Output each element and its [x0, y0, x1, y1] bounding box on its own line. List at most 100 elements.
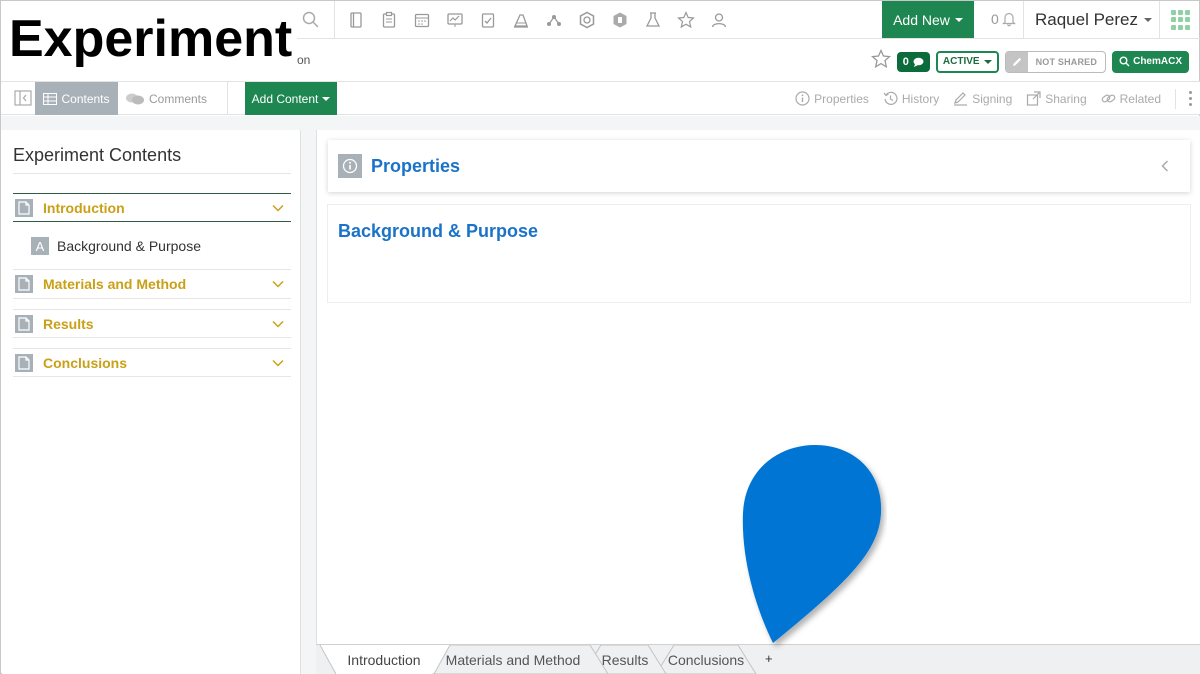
tab-comments[interactable]: Comments	[125, 82, 207, 115]
status-dropdown[interactable]: ACTIVE	[935, 50, 999, 73]
favorite-star-icon[interactable]	[870, 48, 891, 74]
chevron-down-icon[interactable]	[271, 317, 285, 331]
overlay-heading: Experiment	[1, 1, 297, 77]
bottom-tab-introduction[interactable]: Introduction	[336, 645, 432, 674]
experiment-contents-sidebar: Experiment Contents Introduction A Backg…	[2, 130, 301, 674]
experiment-actions: 0 ACTIVE NOT SHARED ChemACX	[870, 48, 1189, 74]
tab-properties-label: Properties	[814, 91, 869, 106]
add-new-label: Add New	[893, 11, 950, 28]
sharing-status-button[interactable]: NOT SHARED	[1004, 50, 1107, 73]
calendar-icon[interactable]	[411, 9, 433, 31]
apps-grid-icon[interactable]	[1171, 10, 1191, 30]
user-name: Raquel Perez	[1035, 10, 1139, 29]
history-icon	[883, 91, 898, 105]
tab-signing-label: Signing	[972, 91, 1013, 106]
sidebar-section-results[interactable]: Results	[13, 309, 291, 338]
section-title[interactable]: Background & Purpose	[338, 221, 538, 242]
chevron-left-icon[interactable]	[1158, 159, 1172, 173]
tab-related-label: Related	[1119, 91, 1161, 106]
info-icon	[338, 154, 362, 178]
tab-history[interactable]: History	[883, 91, 939, 106]
table-icon	[43, 92, 58, 105]
add-new-button[interactable]: Add New	[882, 1, 974, 38]
section-label: Introduction	[43, 199, 125, 216]
tab-sharing-label: Sharing	[1045, 91, 1087, 106]
chevron-down-icon[interactable]	[271, 277, 285, 291]
content-toolbar: Contents Comments Add Content Properties…	[1, 81, 1200, 115]
search-icon	[1119, 56, 1130, 67]
pencil-icon	[1005, 51, 1028, 72]
properties-panel-header[interactable]: Properties	[328, 140, 1190, 192]
tab-contents[interactable]: Contents	[35, 82, 118, 115]
tab-signing[interactable]: Signing	[953, 91, 1012, 106]
section-card-background-purpose: Background & Purpose	[327, 204, 1191, 303]
sidebar-section-conclusions[interactable]: Conclusions	[13, 348, 291, 377]
add-content-button[interactable]: Add Content	[245, 82, 337, 115]
app-frame: Add New 0 Raquel Perez Experiment on 0 A…	[0, 0, 1200, 674]
user-group-icon[interactable]	[708, 9, 730, 31]
chemacx-button[interactable]: ChemACX	[1112, 50, 1189, 73]
notifications-button[interactable]: 0	[991, 11, 1017, 27]
toolbar-divider	[334, 1, 335, 39]
add-content-label: Add Content	[251, 91, 319, 106]
comments-count: 0	[902, 55, 909, 68]
sidebar-subitem-background-purpose[interactable]: A Background & Purpose	[31, 237, 201, 255]
add-tab-button[interactable]: +	[765, 651, 773, 666]
document-icon	[15, 275, 33, 293]
caret-down-icon	[954, 17, 963, 22]
search-icon[interactable]	[301, 10, 321, 30]
user-menu[interactable]: Raquel Perez	[1035, 10, 1153, 30]
molecule-icon[interactable]	[543, 9, 565, 31]
caret-down-icon	[322, 96, 331, 101]
clipboard-icon[interactable]	[378, 9, 400, 31]
sidebar-section-introduction[interactable]: Introduction	[13, 193, 291, 222]
comments-icon	[126, 93, 144, 104]
chevron-down-icon[interactable]	[271, 201, 285, 215]
divider	[1023, 1, 1024, 39]
text-block-icon: A	[31, 237, 49, 255]
share-status-label: NOT SHARED	[1035, 56, 1098, 67]
hexagon-compound-icon[interactable]	[576, 9, 598, 31]
location-pin-marker-icon	[742, 445, 882, 643]
link-icon	[1101, 94, 1115, 103]
panel-toggle-icon[interactable]	[14, 90, 32, 106]
notebook-icon[interactable]	[345, 9, 367, 31]
presentation-icon[interactable]	[444, 9, 466, 31]
caret-down-icon	[983, 59, 992, 64]
chemacx-label: ChemACX	[1133, 56, 1182, 67]
tab-sharing[interactable]: Sharing	[1026, 91, 1087, 106]
status-label: ACTIVE	[942, 56, 980, 67]
document-icon	[15, 353, 33, 372]
document-icon	[15, 198, 33, 217]
section-label: Conclusions	[43, 354, 128, 371]
divider	[1159, 1, 1160, 39]
flask-icon[interactable]	[642, 9, 664, 31]
more-options-icon[interactable]	[1175, 88, 1192, 109]
layout-gutter	[301, 130, 316, 674]
tab-contents-label: Contents	[61, 91, 110, 106]
favorites-star-icon[interactable]	[675, 9, 697, 31]
bell-icon	[1001, 12, 1016, 27]
tab-related[interactable]: Related	[1101, 91, 1161, 106]
lab-equipment-icon[interactable]	[510, 9, 532, 31]
bottom-tab-conclusions[interactable]: Conclusions	[664, 645, 748, 674]
tab-comments-label: Comments	[149, 91, 208, 106]
sidebar-section-materials-and-method[interactable]: Materials and Method	[13, 270, 291, 299]
comments-count-button[interactable]: 0	[896, 51, 930, 72]
divider	[227, 82, 228, 114]
section-label: Materials and Method	[43, 276, 187, 292]
section-label: Results	[43, 315, 94, 332]
sidebar-title: Experiment Contents	[13, 145, 182, 165]
background-strip	[1, 116, 1200, 130]
chevron-down-icon[interactable]	[271, 356, 285, 370]
tab-properties[interactable]: Properties	[795, 91, 869, 106]
bottom-tab-results[interactable]: Results	[596, 645, 654, 674]
bottom-tab-materials-and-method[interactable]: Materials and Method	[440, 645, 586, 674]
checklist-icon[interactable]	[477, 9, 499, 31]
container-icon[interactable]	[609, 9, 631, 31]
speech-bubble-icon	[913, 57, 924, 67]
divider	[13, 173, 291, 174]
breadcrumb[interactable]: on	[297, 53, 310, 67]
signature-pen-icon	[954, 92, 968, 106]
tab-history-label: History	[901, 91, 940, 106]
